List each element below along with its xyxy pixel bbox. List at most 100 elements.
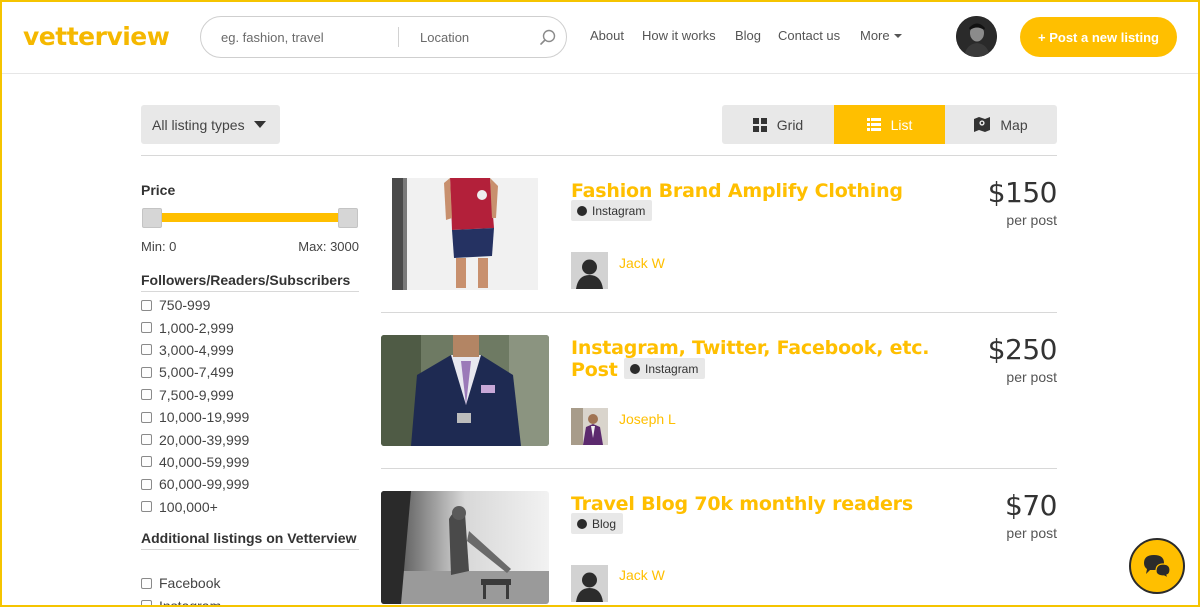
platform-tag: Instagram bbox=[571, 200, 653, 221]
followers-option[interactable]: 40,000-59,999 bbox=[141, 451, 249, 473]
view-grid-button[interactable]: Grid bbox=[722, 105, 834, 144]
option-label: 100,000+ bbox=[159, 498, 218, 515]
author-name[interactable]: Joseph L bbox=[619, 411, 676, 427]
post-listing-button[interactable]: + Post a new listing bbox=[1020, 17, 1177, 57]
followers-option[interactable]: 5,000-7,499 bbox=[141, 361, 249, 383]
listing-price: $70 bbox=[1005, 489, 1057, 522]
option-label: 5,000-7,499 bbox=[159, 364, 234, 381]
additional-option[interactable]: Facebook bbox=[141, 572, 221, 594]
chat-button[interactable] bbox=[1129, 538, 1185, 594]
view-toggle: Grid List Map bbox=[722, 105, 1057, 144]
listing-title-line2: Post bbox=[571, 359, 618, 381]
dot-icon bbox=[577, 518, 587, 529]
checkbox[interactable] bbox=[141, 478, 152, 490]
listing-title-text: Travel Blog 70k monthly readers bbox=[571, 493, 913, 515]
option-label: 750-999 bbox=[159, 297, 211, 314]
nav-blog[interactable]: Blog bbox=[735, 28, 761, 43]
listing-card: Travel Blog 70k monthly readers Blog Jac… bbox=[381, 489, 1057, 607]
listing-tag-row: Blog bbox=[571, 513, 624, 536]
option-label: 40,000-59,999 bbox=[159, 453, 250, 470]
platform-tag: Instagram bbox=[624, 358, 706, 379]
search-icon[interactable] bbox=[539, 29, 557, 47]
followers-option[interactable]: 7,500-9,999 bbox=[141, 384, 249, 406]
listing-title-line2-row: Post Instagram bbox=[571, 358, 929, 381]
followers-option[interactable]: 1,000-2,999 bbox=[141, 316, 249, 338]
view-list-label: List bbox=[890, 116, 913, 133]
followers-heading: Followers/Readers/Subscribers bbox=[141, 272, 359, 292]
followers-option[interactable]: 60,000-99,999 bbox=[141, 473, 249, 495]
listing-divider bbox=[381, 312, 1057, 313]
listing-title[interactable]: Travel Blog 70k monthly readers bbox=[571, 493, 913, 515]
view-map-button[interactable]: Map bbox=[945, 105, 1057, 144]
grid-icon bbox=[752, 117, 767, 132]
option-label: 60,000-99,999 bbox=[159, 476, 250, 493]
listing-thumbnail[interactable] bbox=[381, 491, 549, 604]
checkbox[interactable] bbox=[141, 322, 152, 334]
logo[interactable]: vetterview bbox=[23, 22, 170, 51]
author-name[interactable]: Jack W bbox=[619, 567, 665, 583]
price-unit: per post bbox=[1006, 525, 1057, 541]
followers-option[interactable]: 750-999 bbox=[141, 294, 249, 316]
option-label: 10,000-19,999 bbox=[159, 409, 250, 426]
toolbar-divider bbox=[141, 155, 1057, 156]
option-label: 7,500-9,999 bbox=[159, 386, 234, 403]
followers-option[interactable]: 100,000+ bbox=[141, 496, 249, 518]
user-avatar[interactable] bbox=[956, 16, 997, 57]
checkbox[interactable] bbox=[141, 434, 152, 446]
additional-options: Facebook Instagram bbox=[141, 572, 221, 607]
price-slider-max-handle[interactable] bbox=[338, 208, 358, 228]
author-avatar[interactable] bbox=[571, 252, 608, 289]
checkbox[interactable] bbox=[141, 389, 152, 401]
author-name[interactable]: Jack W bbox=[619, 255, 665, 271]
listing-thumbnail[interactable] bbox=[392, 178, 538, 290]
search-divider bbox=[398, 27, 399, 47]
listing-title[interactable]: Instagram, Twitter, Facebook, etc. Post … bbox=[571, 337, 929, 381]
dot-icon bbox=[577, 205, 587, 216]
listing-type-dropdown[interactable]: All listing types bbox=[141, 105, 280, 144]
followers-options: 750-999 1,000-2,999 3,000-4,999 5,000-7,… bbox=[141, 294, 249, 518]
listing-price: $250 bbox=[987, 333, 1058, 366]
checkbox[interactable] bbox=[141, 411, 152, 423]
price-heading: Price bbox=[141, 182, 176, 198]
checkbox[interactable] bbox=[141, 344, 152, 356]
followers-option[interactable]: 20,000-39,999 bbox=[141, 428, 249, 450]
view-map-label: Map bbox=[1000, 116, 1028, 133]
author-avatar[interactable] bbox=[571, 408, 608, 445]
nav-more-label: More bbox=[860, 28, 890, 43]
listing-title-text: Fashion Brand Amplify Clothing bbox=[571, 180, 903, 202]
listing-type-label: All listing types bbox=[152, 116, 245, 133]
checkbox[interactable] bbox=[141, 600, 152, 607]
map-icon bbox=[974, 117, 991, 132]
additional-option[interactable]: Instagram bbox=[141, 594, 221, 607]
option-label: 20,000-39,999 bbox=[159, 431, 250, 448]
nav-more[interactable]: More bbox=[860, 28, 902, 43]
checkbox[interactable] bbox=[141, 299, 152, 311]
option-label: 3,000-4,999 bbox=[159, 341, 234, 358]
checkbox[interactable] bbox=[141, 366, 152, 378]
view-list-button[interactable]: List bbox=[834, 105, 945, 144]
list-icon bbox=[866, 118, 881, 131]
checkbox[interactable] bbox=[141, 577, 152, 589]
nav-how-it-works[interactable]: How it works bbox=[642, 28, 716, 43]
platform-tag-label: Instagram bbox=[592, 203, 646, 218]
price-unit: per post bbox=[1006, 212, 1057, 228]
dot-icon bbox=[630, 363, 640, 374]
followers-option[interactable]: 3,000-4,999 bbox=[141, 339, 249, 361]
listing-thumbnail[interactable] bbox=[381, 335, 549, 446]
author-avatar[interactable] bbox=[571, 565, 608, 602]
checkbox[interactable] bbox=[141, 456, 152, 468]
search-input[interactable] bbox=[221, 27, 396, 47]
price-slider-track[interactable] bbox=[151, 213, 349, 222]
additional-listings-heading: Additional listings on Vetterview bbox=[141, 527, 359, 550]
location-input[interactable] bbox=[420, 27, 530, 47]
nav-about[interactable]: About bbox=[590, 28, 624, 43]
listing-title[interactable]: Fashion Brand Amplify Clothing bbox=[571, 180, 903, 202]
nav-contact-us[interactable]: Contact us bbox=[778, 28, 840, 43]
checkbox[interactable] bbox=[141, 501, 152, 513]
price-slider-min-handle[interactable] bbox=[142, 208, 162, 228]
followers-option[interactable]: 10,000-19,999 bbox=[141, 406, 249, 428]
listing-card: Instagram, Twitter, Facebook, etc. Post … bbox=[381, 333, 1058, 450]
price-min-label: Min: 0 bbox=[141, 239, 177, 254]
option-label: 1,000-2,999 bbox=[159, 319, 234, 336]
platform-tag-label: Blog bbox=[592, 516, 617, 531]
